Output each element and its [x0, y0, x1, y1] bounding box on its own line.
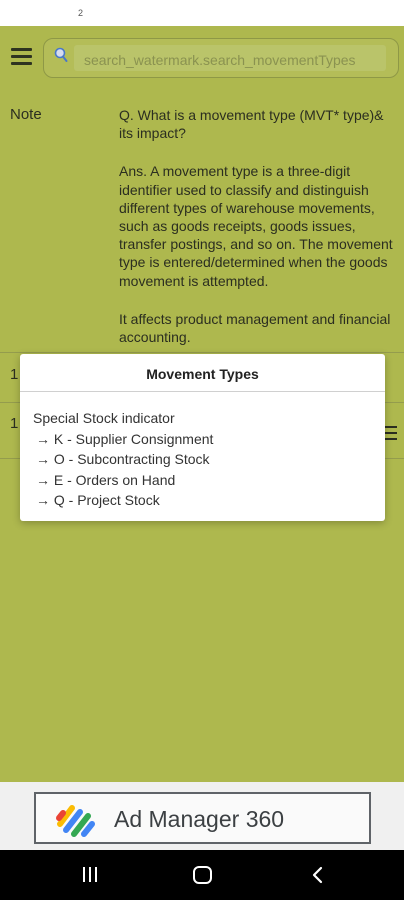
hamburger-menu-icon[interactable]: [11, 48, 33, 66]
row-divider: [0, 352, 404, 353]
dialog-divider: [20, 391, 385, 392]
dialog-body: Special Stock indicator → K - Supplier C…: [33, 408, 213, 511]
note-impact: It affects product management and financ…: [119, 310, 391, 346]
row-menu-icon[interactable]: [384, 426, 398, 444]
note-question: Q. What is a movement type (MVT* type)& …: [119, 107, 384, 142]
row-number: 1: [10, 415, 19, 432]
dialog-list-item: → O - Subcontracting Stock: [36, 451, 210, 468]
search-placeholder: search_watermark.search_movementTypes: [84, 52, 356, 68]
dialog-title: Movement Types: [146, 366, 259, 382]
app-screen: search_watermark.search_movementTypes No…: [0, 26, 404, 782]
dialog-list-item: → E - Orders on Hand: [36, 471, 176, 488]
system-nav-bar: [0, 850, 404, 900]
movement-types-dialog: Movement Types Special Stock indicator →…: [20, 354, 385, 521]
status-text: 2: [78, 8, 84, 18]
home-icon[interactable]: [193, 866, 212, 884]
ad-banner[interactable]: Ad Manager 360: [34, 792, 371, 844]
ad-area: Ad Manager 360: [0, 782, 404, 850]
ad-manager-logo: [56, 805, 95, 837]
note-text: Q. What is a movement type (MVT* type)& …: [119, 106, 401, 366]
dim-overlay[interactable]: search_watermark.search_movementTypes No…: [0, 26, 404, 782]
note-label: Note: [10, 106, 42, 123]
note-answer: Ans. A movement type is a three-digit id…: [119, 163, 393, 289]
ad-text: Ad Manager 360: [114, 806, 285, 832]
top-bar: search_watermark.search_movementTypes: [0, 26, 404, 90]
dialog-heading: Special Stock indicator: [33, 410, 175, 426]
recent-apps-icon[interactable]: [82, 867, 100, 883]
dialog-list-item: → K - Supplier Consignment: [36, 430, 214, 447]
back-icon[interactable]: [310, 866, 326, 884]
status-bar: 2: [0, 0, 404, 26]
dialog-list-item: → Q - Project Stock: [36, 492, 160, 509]
row-number: 1: [10, 366, 19, 383]
search-icon: [54, 47, 68, 62]
search-box[interactable]: search_watermark.search_movementTypes: [43, 38, 399, 78]
